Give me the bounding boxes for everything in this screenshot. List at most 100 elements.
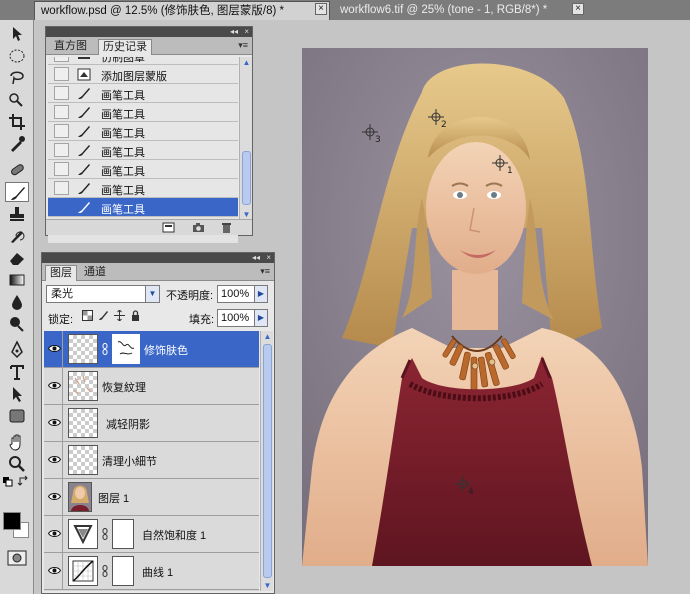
opacity-slider-toggle-icon[interactable]: ▶ (255, 285, 268, 303)
history-snapshot-checkbox[interactable] (54, 143, 69, 157)
history-brush-tool-icon[interactable] (5, 226, 29, 246)
zoom-tool-icon[interactable] (5, 454, 29, 474)
history-snapshot-checkbox[interactable] (54, 86, 69, 100)
camera-icon[interactable] (192, 222, 205, 233)
tab-histogram[interactable]: 直方图 (50, 39, 91, 55)
layer-mask-thumbnail[interactable] (112, 334, 140, 364)
lock-position-icon[interactable] (114, 310, 125, 321)
history-snapshot-checkbox[interactable] (54, 105, 69, 119)
dodge-tool-icon[interactable] (5, 314, 29, 334)
vibrance-adjustment-icon[interactable] (68, 519, 98, 549)
close-panel-icon[interactable]: × (266, 253, 271, 263)
clone-stamp-tool-icon[interactable] (5, 204, 29, 224)
history-item-selected[interactable]: 画笔工具 (48, 198, 238, 217)
document-tab-workflow6-tif[interactable]: workflow6.tif @ 25% (tone - 1, RGB/8*) * (334, 1, 584, 20)
history-item[interactable]: 画笔工具 (48, 179, 238, 198)
quick-mask-icon[interactable] (7, 550, 27, 566)
history-scrollbar[interactable]: ▲ ▼ (239, 57, 252, 220)
blur-tool-icon[interactable] (5, 292, 29, 312)
layer-name[interactable]: 图层 1 (98, 490, 129, 506)
layer-row[interactable]: 减轻阴影 (44, 405, 259, 442)
visibility-toggle[interactable] (46, 442, 63, 478)
eyedropper-tool-icon[interactable] (5, 134, 29, 154)
marquee-tool-icon[interactable] (5, 46, 29, 66)
opacity-field[interactable]: 100% (217, 285, 255, 303)
layer-row[interactable]: 曲线 1 (44, 553, 259, 590)
tab-history[interactable]: 历史记录 (98, 39, 152, 55)
path-selection-tool-icon[interactable] (5, 384, 29, 404)
history-snapshot-checkbox[interactable] (54, 124, 69, 138)
scroll-thumb[interactable] (242, 151, 251, 205)
visibility-toggle[interactable] (46, 553, 63, 589)
eraser-tool-icon[interactable] (5, 248, 29, 268)
history-item[interactable]: 画笔工具 (48, 84, 238, 103)
visibility-toggle[interactable] (46, 368, 63, 404)
history-item[interactable]: 仿制图章 (48, 57, 238, 65)
lock-all-icon[interactable] (130, 310, 141, 321)
collapse-panel-icon[interactable]: ◂◂ (230, 27, 238, 37)
close-panel-icon[interactable]: × (244, 27, 249, 37)
layer-name[interactable]: 曲线 1 (142, 564, 173, 580)
history-snapshot-checkbox[interactable] (54, 181, 69, 195)
gradient-tool-icon[interactable] (5, 270, 29, 290)
layer-name[interactable]: 清理小細节 (102, 453, 157, 469)
tab-layers[interactable]: 图层 (45, 265, 77, 281)
layer-row[interactable]: 自然饱和度 1 (44, 516, 259, 553)
lock-image-pixels-icon[interactable] (98, 310, 109, 321)
collapse-panel-icon[interactable]: ◂◂ (252, 253, 260, 263)
type-tool-icon[interactable] (5, 362, 29, 382)
panel-grip[interactable]: ◂◂ × (46, 27, 252, 37)
scroll-up-icon[interactable]: ▲ (262, 331, 273, 342)
history-item[interactable]: 画笔工具 (48, 141, 238, 160)
tab-channels[interactable]: 通道 (80, 265, 110, 281)
move-tool-icon[interactable] (5, 24, 29, 44)
visibility-toggle[interactable] (46, 331, 63, 367)
close-tab-icon[interactable]: × (315, 3, 327, 15)
layer-mask-thumbnail[interactable] (112, 519, 134, 549)
foreground-color-swatch[interactable] (3, 512, 21, 530)
brush-tool-icon[interactable] (5, 182, 29, 202)
healing-brush-tool-icon[interactable] (5, 160, 29, 180)
layers-scrollbar[interactable]: ▲ ▼ (260, 331, 273, 591)
document-tab-workflow-psd[interactable]: workflow.psd @ 12.5% (修饰肤色, 图层蒙版/8) * (34, 1, 330, 20)
history-snapshot-checkbox[interactable] (54, 162, 69, 176)
lock-transparent-pixels-icon[interactable] (82, 310, 93, 321)
shape-tool-icon[interactable] (5, 406, 29, 426)
visibility-toggle[interactable] (46, 405, 63, 441)
layer-mask-thumbnail[interactable] (112, 556, 134, 586)
curves-adjustment-icon[interactable] (68, 556, 98, 586)
layer-name[interactable]: 自然饱和度 1 (142, 527, 206, 543)
history-snapshot-checkbox[interactable] (54, 67, 69, 81)
new-document-from-state-icon[interactable] (162, 222, 175, 233)
fill-slider-toggle-icon[interactable]: ▶ (255, 309, 268, 327)
layer-thumbnail[interactable] (68, 371, 98, 401)
layer-row-selected[interactable]: 修饰肤色 (44, 331, 259, 368)
lasso-tool-icon[interactable] (5, 68, 29, 88)
trash-icon[interactable] (220, 222, 233, 233)
link-icon[interactable] (102, 343, 108, 355)
history-item[interactable]: 画笔工具 (48, 122, 238, 141)
scroll-down-icon[interactable]: ▼ (262, 580, 273, 591)
history-item[interactable]: 画笔工具 (48, 160, 238, 179)
pen-tool-icon[interactable] (5, 340, 29, 360)
layer-row[interactable]: 恢复紋理 (44, 368, 259, 405)
blend-mode-select[interactable]: 柔光 ▼ (46, 285, 160, 303)
chevron-down-icon[interactable]: ▼ (145, 286, 159, 302)
layer-thumbnail[interactable] (68, 408, 98, 438)
history-item[interactable]: 添加图层蒙版 (48, 65, 238, 84)
layer-thumbnail[interactable] (68, 334, 98, 364)
layer-row[interactable]: 清理小細节 (44, 442, 259, 479)
default-colors-icon[interactable] (2, 476, 16, 488)
layer-thumbnail[interactable] (68, 482, 92, 512)
fill-field[interactable]: 100% (217, 309, 255, 327)
panel-grip[interactable]: ◂◂ × (42, 253, 274, 263)
swap-colors-icon[interactable] (17, 474, 31, 488)
panel-menu-icon[interactable]: ▾≡ (260, 266, 270, 277)
visibility-toggle[interactable] (46, 479, 63, 515)
quick-selection-tool-icon[interactable] (5, 90, 29, 110)
scroll-thumb[interactable] (263, 344, 272, 578)
layer-name[interactable]: 减轻阴影 (106, 416, 150, 432)
scroll-up-icon[interactable]: ▲ (241, 57, 252, 68)
panel-menu-icon[interactable]: ▾≡ (238, 40, 248, 51)
layer-row[interactable]: 图层 1 (44, 479, 259, 516)
